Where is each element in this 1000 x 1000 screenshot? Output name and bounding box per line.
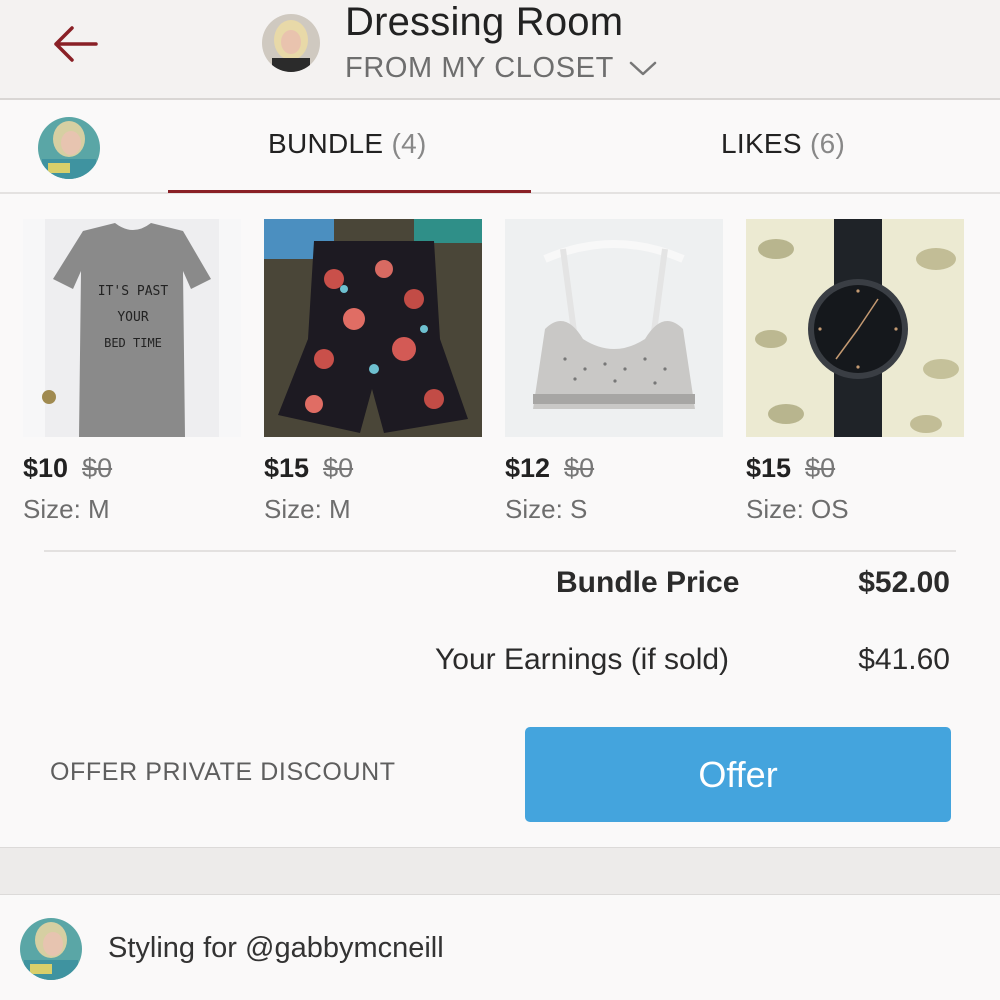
bundle-item[interactable]: IT'S PAST YOUR BED TIME $10 $0 Size: M bbox=[23, 219, 241, 525]
item-price-row: $15 $0 bbox=[264, 453, 482, 484]
page-title: Dressing Room bbox=[345, 0, 624, 44]
section-separator bbox=[0, 847, 1000, 895]
active-tab-indicator bbox=[168, 190, 531, 193]
earnings-label: Your Earnings (if sold) bbox=[435, 643, 730, 676]
tab-bar: BUNDLE (4) LIKES (6) bbox=[0, 102, 1000, 194]
closet-selector[interactable]: FROM MY CLOSET bbox=[345, 52, 658, 85]
item-size: Size: M bbox=[23, 494, 110, 524]
chevron-down-icon bbox=[629, 61, 657, 75]
tab-likes-count: (6) bbox=[809, 128, 846, 159]
thumb-text-line: BED TIME bbox=[104, 336, 162, 350]
item-size: Size: M bbox=[264, 494, 351, 524]
offer-button[interactable]: Offer bbox=[525, 727, 951, 822]
closet-selector-label: FROM MY CLOSET bbox=[345, 52, 614, 84]
item-original-price: $0 bbox=[805, 453, 836, 483]
section-divider bbox=[44, 550, 956, 552]
item-price-row: $10 $0 bbox=[23, 453, 241, 484]
thumb-text-line: YOUR bbox=[117, 310, 148, 325]
seller-avatar[interactable] bbox=[262, 14, 320, 72]
item-price: $15 bbox=[746, 453, 792, 483]
styling-for-text: Styling for @gabbymcneill bbox=[108, 932, 444, 964]
item-size: Size: S bbox=[505, 494, 588, 524]
bundle-price-label: Bundle Price bbox=[556, 566, 740, 599]
styling-for-row[interactable]: Styling for @gabbymcneill bbox=[0, 896, 1000, 1000]
item-thumbnail[interactable] bbox=[505, 219, 723, 437]
bundle-price-value: $52.00 bbox=[858, 566, 950, 599]
bundle-item[interactable]: $15 $0 Size: OS bbox=[746, 219, 964, 525]
item-original-price: $0 bbox=[82, 453, 113, 483]
earnings-value: $41.60 bbox=[858, 643, 950, 676]
item-thumbnail[interactable]: IT'S PAST YOUR BED TIME bbox=[23, 219, 241, 437]
buyer-avatar[interactable] bbox=[20, 918, 82, 980]
item-original-price: $0 bbox=[564, 453, 595, 483]
item-thumbnail[interactable] bbox=[264, 219, 482, 437]
bundle-item[interactable]: $15 $0 Size: M bbox=[264, 219, 482, 525]
tab-bundle-label: BUNDLE bbox=[268, 128, 384, 159]
item-price: $12 bbox=[505, 453, 551, 483]
item-original-price: $0 bbox=[323, 453, 354, 483]
tab-bundle-count: (4) bbox=[391, 128, 427, 159]
item-price-row: $15 $0 bbox=[746, 453, 964, 484]
tab-likes-label: LIKES bbox=[721, 128, 802, 159]
buyer-avatar[interactable] bbox=[38, 117, 100, 179]
back-arrow-icon[interactable] bbox=[48, 20, 104, 68]
tab-likes[interactable]: LIKES (6) bbox=[721, 128, 845, 160]
thumb-text-line: IT'S PAST bbox=[98, 284, 169, 299]
header-bar: Dressing Room FROM MY CLOSET bbox=[0, 0, 1000, 100]
bundle-item[interactable]: $12 $0 Size: S bbox=[505, 219, 723, 525]
item-price: $15 bbox=[264, 453, 310, 483]
item-price-row: $12 $0 bbox=[505, 453, 723, 484]
item-size: Size: OS bbox=[746, 494, 849, 524]
item-price: $10 bbox=[23, 453, 69, 483]
tab-bundle[interactable]: BUNDLE (4) bbox=[268, 128, 427, 160]
bundle-items: IT'S PAST YOUR BED TIME $10 $0 Size: M $… bbox=[0, 219, 1000, 529]
item-thumbnail[interactable] bbox=[746, 219, 964, 437]
offer-private-discount-link[interactable]: OFFER PRIVATE DISCOUNT bbox=[50, 758, 396, 787]
